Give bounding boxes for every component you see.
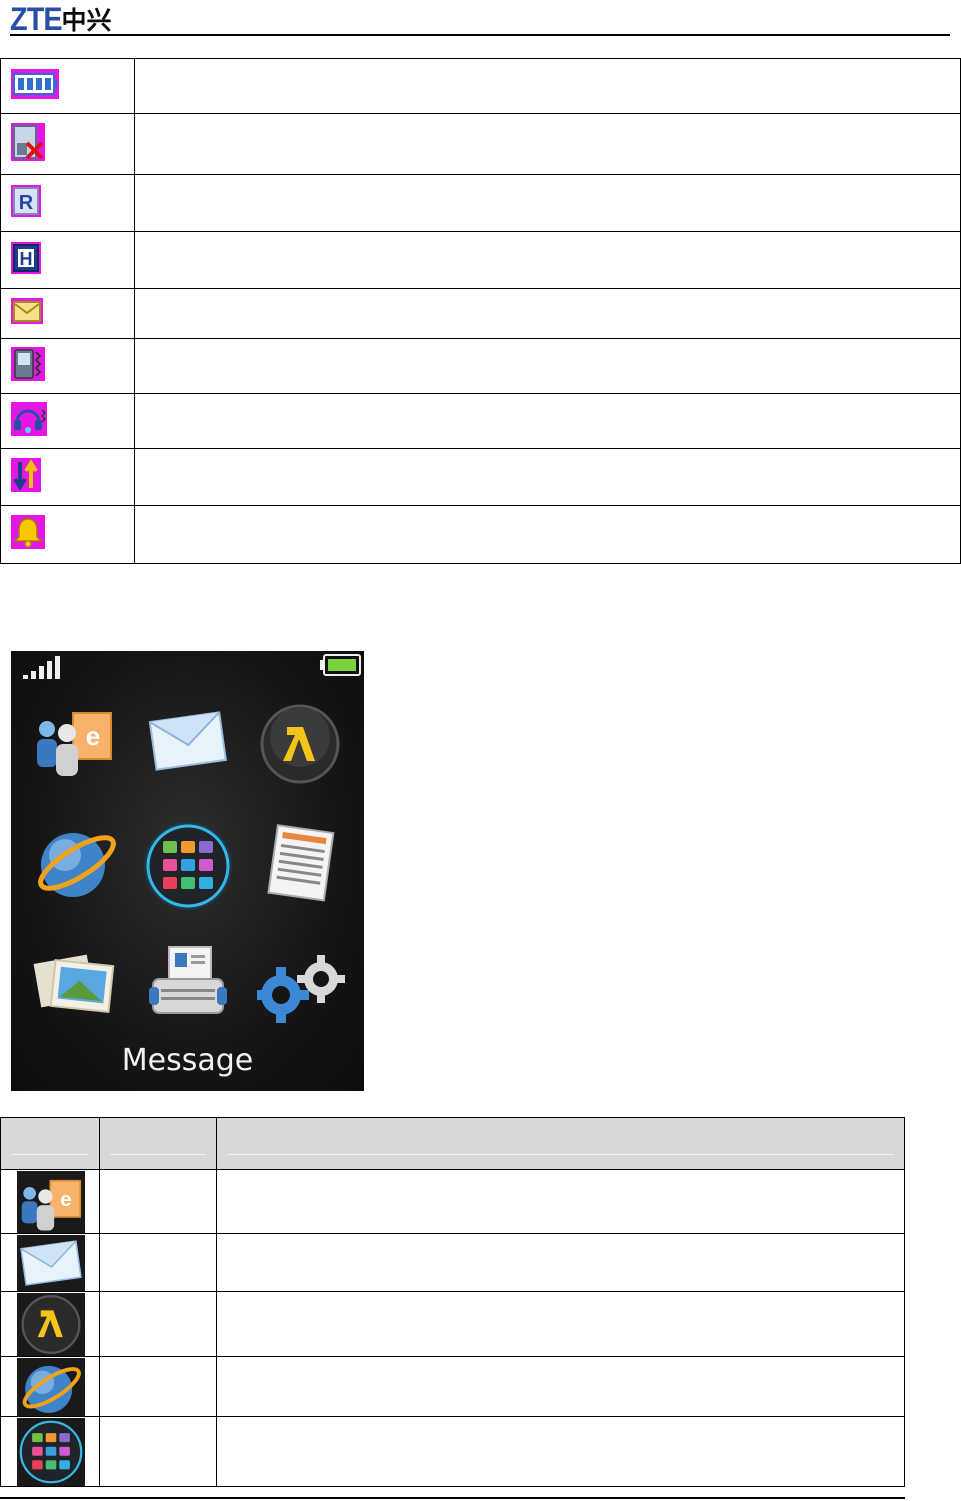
table-row bbox=[0, 1291, 905, 1357]
logo-latin: ZTE bbox=[10, 0, 63, 37]
table-row: e bbox=[0, 1169, 905, 1234]
message-icon bbox=[17, 1234, 85, 1291]
table-row bbox=[0, 505, 961, 564]
new-message-icon bbox=[11, 298, 43, 329]
gallery-icon[interactable] bbox=[31, 941, 117, 1027]
table-row bbox=[0, 393, 961, 449]
phone-screen: e Message bbox=[11, 651, 364, 1091]
svg-text:e: e bbox=[86, 721, 100, 751]
header-rule bbox=[10, 34, 950, 36]
notes-icon[interactable] bbox=[259, 819, 345, 905]
alarm-icon bbox=[11, 515, 45, 554]
zte-logo: ZTE 中兴 bbox=[10, 0, 112, 37]
battery-icon bbox=[11, 68, 59, 104]
table-row bbox=[0, 1233, 905, 1292]
hsdpa-icon: H bbox=[11, 241, 41, 279]
message-icon[interactable] bbox=[145, 699, 231, 785]
svg-text:e: e bbox=[60, 1187, 71, 1210]
table-row bbox=[0, 448, 961, 506]
status-icons-table: R H bbox=[0, 58, 961, 564]
contacts-browser-icon: e bbox=[17, 1170, 85, 1233]
table-row bbox=[0, 1356, 905, 1417]
applications-icon[interactable] bbox=[143, 821, 233, 911]
table-row: R bbox=[0, 174, 961, 232]
browser-globe-icon bbox=[17, 1357, 85, 1416]
battery-level-icon bbox=[320, 654, 361, 676]
table-row bbox=[0, 113, 961, 175]
table-row bbox=[0, 288, 961, 339]
menu-icons-table: e bbox=[0, 1117, 905, 1487]
table-row bbox=[0, 58, 961, 114]
data-transfer-icon bbox=[11, 457, 41, 497]
signal-strength-icon bbox=[23, 656, 60, 679]
logo-chinese: 中兴 bbox=[61, 6, 112, 35]
browser-globe-icon[interactable] bbox=[33, 819, 119, 905]
yellow-pages-icon bbox=[17, 1292, 85, 1356]
table-row: H bbox=[0, 231, 961, 289]
table-header-row bbox=[0, 1117, 905, 1170]
table-row bbox=[0, 338, 961, 394]
no-sim-icon bbox=[11, 122, 45, 166]
table-row bbox=[0, 1416, 905, 1487]
phonebook-icon[interactable] bbox=[145, 939, 231, 1025]
selected-app-caption: Message bbox=[121, 1043, 254, 1078]
svg-text:H: H bbox=[20, 249, 33, 269]
svg-text:R: R bbox=[19, 192, 34, 214]
contacts-browser-icon[interactable]: e bbox=[31, 699, 117, 785]
applications-icon bbox=[17, 1417, 85, 1486]
footer-rule bbox=[0, 1497, 905, 1499]
roaming-icon: R bbox=[11, 184, 41, 222]
vibrate-icon bbox=[11, 346, 45, 386]
settings-icon[interactable] bbox=[253, 943, 345, 1029]
yellow-pages-icon[interactable] bbox=[257, 701, 343, 787]
headset-icon bbox=[11, 401, 47, 441]
